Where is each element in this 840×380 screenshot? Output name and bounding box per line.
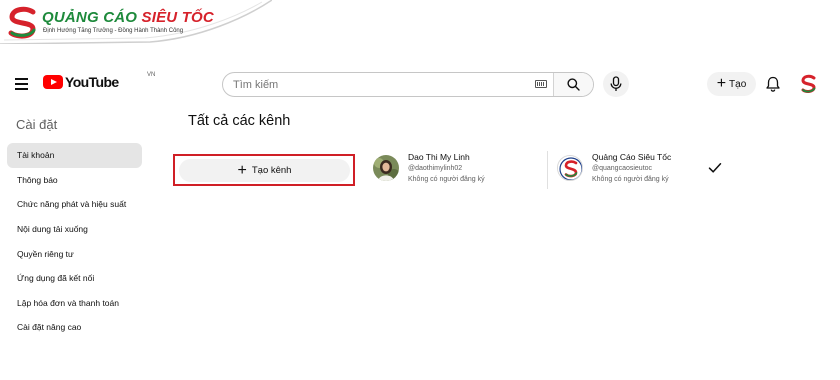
brand-avatar-icon (558, 156, 582, 180)
channel-avatar (557, 155, 583, 181)
brand-name-prefix: QUẢNG CÁO (42, 9, 138, 26)
create-button[interactable]: + Tạo (707, 72, 756, 96)
channel-name: Quảng Cáo Siêu Tốc (592, 152, 672, 162)
channel-item[interactable]: Dao Thi My Linh @daothimylinh02 Không có… (373, 150, 543, 190)
channel-name: Dao Thi My Linh (408, 152, 470, 162)
create-channel-label: Tạo kênh (251, 165, 292, 176)
youtube-logo-text: YouTube (65, 74, 119, 90)
account-avatar[interactable] (799, 74, 819, 94)
brand-name: QUẢNG CÁO SIÊU TỐC (42, 9, 214, 26)
create-channel-button[interactable]: + Tạo kênh (179, 159, 350, 182)
checkmark-icon (708, 163, 722, 173)
sidebar-item-connected-apps[interactable]: Ứng dụng đã kết nối (7, 266, 142, 291)
youtube-logo[interactable]: YouTube VN (43, 72, 155, 90)
sidebar-item-account[interactable]: Tài khoản (7, 143, 142, 168)
menu-icon[interactable] (12, 75, 32, 93)
channel-subscribers: Không có người đăng ký (408, 176, 485, 183)
top-header: YouTube VN + Tạo (0, 62, 840, 106)
search-input[interactable] (223, 73, 553, 96)
brand-avatar-icon (801, 74, 816, 93)
brand-name-highlight: SIÊU TỐC (141, 9, 214, 26)
search-button[interactable] (553, 73, 593, 96)
notifications-button[interactable] (764, 75, 782, 93)
settings-title: Cài đặt (16, 117, 58, 132)
brand-logo-icon (8, 6, 36, 39)
plus-icon: + (716, 75, 727, 92)
search-icon (567, 78, 580, 91)
search-box (222, 72, 594, 97)
voice-search-button[interactable] (603, 71, 629, 97)
channel-handle: @daothimylinh02 (408, 165, 463, 172)
channel-subscribers: Không có người đăng ký (592, 176, 669, 183)
sidebar-item-billing[interactable]: Lập hóa đơn và thanh toán (7, 291, 142, 316)
sidebar-item-advanced[interactable]: Cài đặt nâng cao (7, 315, 142, 340)
create-button-label: Tạo (729, 78, 747, 90)
keyboard-icon[interactable] (535, 80, 547, 88)
bell-icon (766, 76, 780, 92)
channel-handle: @quangcaosieutoc (592, 165, 653, 172)
settings-sidebar: Tài khoản Thông báo Chức năng phát và hi… (7, 143, 142, 340)
sidebar-item-playback[interactable]: Chức năng phát và hiệu suất (7, 192, 142, 217)
brand-tagline: Định Hướng Tăng Trưởng - Đồng Hành Thành… (43, 28, 184, 34)
sidebar-item-notifications[interactable]: Thông báo (7, 168, 142, 193)
sidebar-item-privacy[interactable]: Quyền riêng tư (7, 241, 142, 266)
logo-region-code: VN (147, 72, 156, 78)
mic-icon (610, 76, 622, 91)
channel-divider (547, 151, 548, 189)
sidebar-item-downloads[interactable]: Nội dung tải xuống (7, 217, 142, 242)
profile-photo-icon (373, 155, 399, 181)
page-title: Tất cả các kênh (188, 113, 291, 129)
channel-item-selected[interactable]: Quảng Cáo Siêu Tốc @quangcaosieutoc Khôn… (557, 150, 707, 190)
watermark-banner: QUẢNG CÁO SIÊU TỐC Định Hướng Tăng Trưởn… (0, 0, 272, 44)
plus-icon: + (237, 161, 247, 179)
channel-avatar (373, 155, 399, 181)
youtube-play-icon (43, 75, 63, 89)
